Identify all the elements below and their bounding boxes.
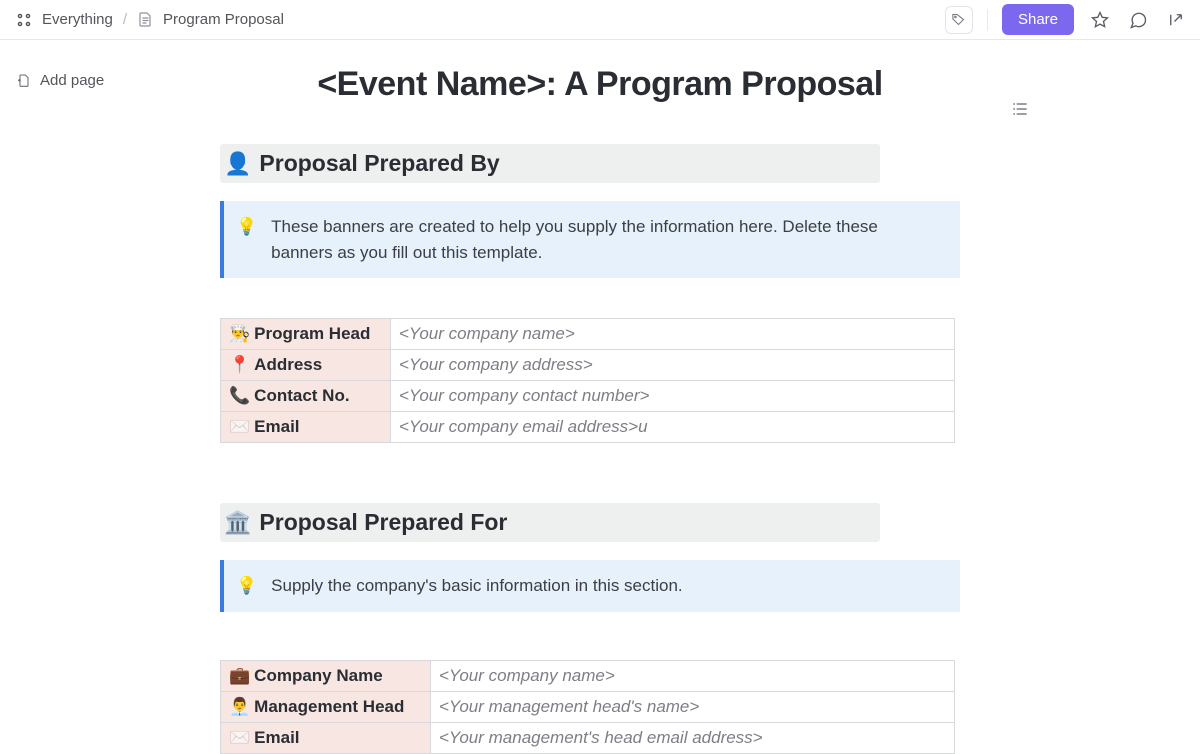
row-icon: 👨‍💼 xyxy=(229,697,250,716)
row-icon: 👨‍🍳 xyxy=(229,324,250,343)
row-value[interactable]: <Your company name> xyxy=(391,319,955,350)
divider xyxy=(987,9,988,31)
apps-icon xyxy=(16,12,32,28)
row-label: Company Name xyxy=(254,666,382,685)
row-value[interactable]: <Your company address> xyxy=(391,350,955,381)
section-heading-prepared-by[interactable]: 👤 Proposal Prepared By xyxy=(220,144,880,183)
table-row[interactable]: 📞Contact No. <Your company contact numbe… xyxy=(221,381,955,412)
document-icon xyxy=(137,12,153,28)
prepared-for-table: 💼Company Name <Your company name> 👨‍💼Man… xyxy=(220,660,955,754)
row-label: Program Head xyxy=(254,324,370,343)
row-label: Address xyxy=(254,355,322,374)
row-icon: 📍 xyxy=(229,355,250,374)
section-title: Proposal Prepared By xyxy=(259,150,499,177)
row-label: Management Head xyxy=(254,697,404,716)
tag-button[interactable] xyxy=(945,6,973,34)
table-row[interactable]: 💼Company Name <Your company name> xyxy=(221,660,955,691)
row-value[interactable]: <Your company email address>u xyxy=(391,412,955,443)
lightbulb-icon: 💡 xyxy=(236,573,257,599)
breadcrumb-separator: / xyxy=(123,11,127,28)
row-label: Email xyxy=(254,728,299,747)
building-icon: 🏛️ xyxy=(224,510,251,536)
add-page-label: Add page xyxy=(40,72,104,89)
info-callout[interactable]: 💡 Supply the company's basic information… xyxy=(220,560,960,612)
topbar-actions: Share xyxy=(945,4,1188,35)
table-row[interactable]: 👨‍💼Management Head <Your management head… xyxy=(221,691,955,722)
breadcrumb: Everything / Program Proposal xyxy=(16,11,284,28)
collapse-icon[interactable] xyxy=(1164,8,1188,32)
row-label: Contact No. xyxy=(254,386,349,405)
section-title: Proposal Prepared For xyxy=(259,509,507,536)
row-icon: ✉️ xyxy=(229,728,250,747)
lightbulb-icon: 💡 xyxy=(236,214,257,265)
share-button[interactable]: Share xyxy=(1002,4,1074,35)
row-label: Email xyxy=(254,417,299,436)
star-icon[interactable] xyxy=(1088,8,1112,32)
page-title[interactable]: <Event Name>: A Program Proposal xyxy=(220,65,980,104)
row-icon: 📞 xyxy=(229,386,250,405)
callout-text: Supply the company's basic information i… xyxy=(271,573,682,599)
comment-icon[interactable] xyxy=(1126,8,1150,32)
row-value[interactable]: <Your management's head email address> xyxy=(431,722,955,753)
table-row[interactable]: 📍Address <Your company address> xyxy=(221,350,955,381)
row-value[interactable]: <Your company contact number> xyxy=(391,381,955,412)
row-icon: ✉️ xyxy=(229,417,250,436)
prepared-by-table: 👨‍🍳Program Head <Your company name> 📍Add… xyxy=(220,318,955,443)
add-page-button[interactable]: Add page xyxy=(16,72,104,89)
info-callout[interactable]: 💡 These banners are created to help you … xyxy=(220,201,960,278)
document-body: <Event Name>: A Program Proposal 👤 Propo… xyxy=(220,40,980,754)
person-icon: 👤 xyxy=(224,151,251,177)
table-row[interactable]: 👨‍🍳Program Head <Your company name> xyxy=(221,319,955,350)
breadcrumb-root[interactable]: Everything xyxy=(42,11,113,28)
outline-icon[interactable] xyxy=(1010,100,1030,118)
row-value[interactable]: <Your management head's name> xyxy=(431,691,955,722)
add-page-icon xyxy=(16,73,32,89)
breadcrumb-page[interactable]: Program Proposal xyxy=(163,11,284,28)
table-row[interactable]: ✉️Email <Your management's head email ad… xyxy=(221,722,955,753)
callout-text: These banners are created to help you su… xyxy=(271,214,944,265)
section-heading-prepared-for[interactable]: 🏛️ Proposal Prepared For xyxy=(220,503,880,542)
row-icon: 💼 xyxy=(229,666,250,685)
topbar: Everything / Program Proposal Share xyxy=(0,0,1200,40)
row-value[interactable]: <Your company name> xyxy=(431,660,955,691)
table-row[interactable]: ✉️Email <Your company email address>u xyxy=(221,412,955,443)
